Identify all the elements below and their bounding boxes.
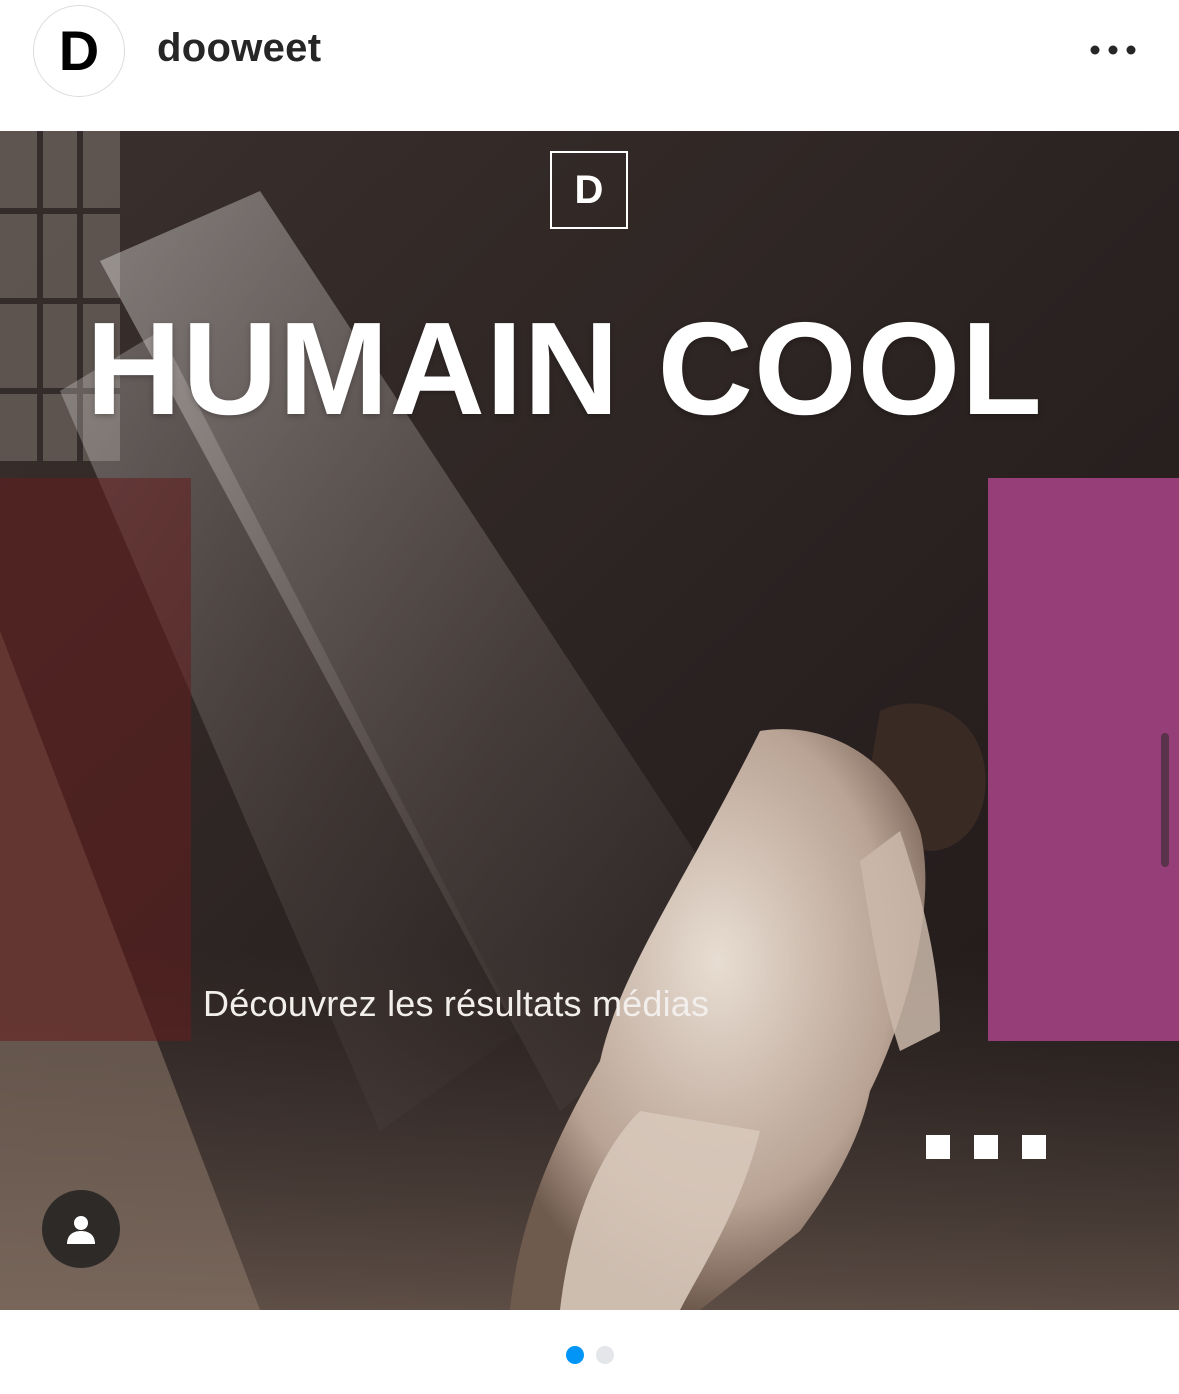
left-color-panel bbox=[0, 478, 191, 1041]
username-link[interactable]: dooweet bbox=[157, 26, 321, 71]
carousel-dot-2[interactable] bbox=[595, 1346, 614, 1364]
post-media[interactable]: D HUMAIN COOL Découvrez les résultats mé… bbox=[0, 131, 1179, 1310]
subtitle: Découvrez les résultats médias bbox=[203, 983, 710, 1024]
scrollbar[interactable] bbox=[1161, 733, 1169, 867]
instagram-post: D dooweet D HUMAIN COOL Découvrez les ré… bbox=[0, 0, 1179, 1394]
right-color-panel bbox=[988, 478, 1179, 1041]
carousel-indicator bbox=[0, 1346, 1179, 1364]
post-header: D dooweet bbox=[0, 0, 1179, 130]
avatar[interactable]: D bbox=[33, 5, 125, 97]
tagged-users-button[interactable] bbox=[42, 1190, 120, 1268]
decorative-squares bbox=[926, 1135, 1046, 1159]
headline: HUMAIN COOL bbox=[86, 295, 1043, 442]
brand-logo: D bbox=[550, 151, 628, 229]
more-horizontal-icon bbox=[1090, 45, 1136, 55]
carousel-dot-1[interactable] bbox=[565, 1346, 584, 1364]
avatar-letter: D bbox=[58, 19, 100, 82]
more-options-button[interactable] bbox=[1082, 30, 1144, 70]
square-1 bbox=[926, 1135, 950, 1159]
square-3 bbox=[1022, 1135, 1046, 1159]
user-tag-icon bbox=[67, 1216, 95, 1244]
brand-logo-letter: D bbox=[574, 168, 604, 212]
square-2 bbox=[974, 1135, 998, 1159]
